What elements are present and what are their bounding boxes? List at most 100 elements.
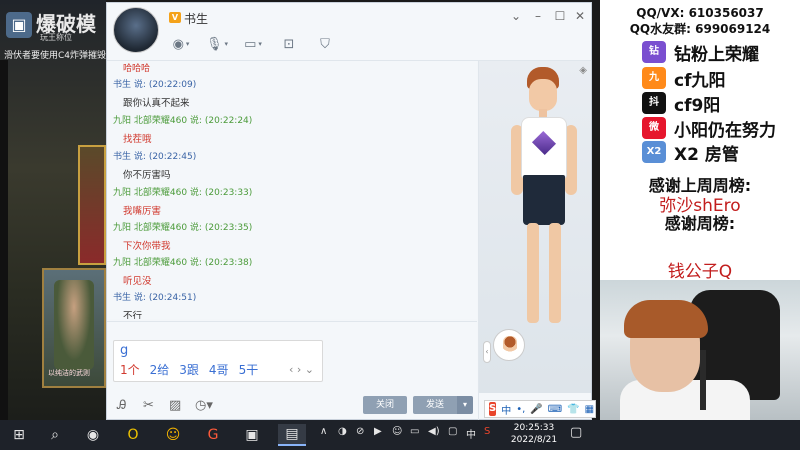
font-icon[interactable]: Ꭿ: [117, 398, 126, 413]
clock-time: 20:25:33: [513, 423, 555, 433]
screen-share-icon[interactable]: ⊡: [277, 35, 301, 53]
app-owl-icon[interactable]: ☺: [160, 424, 186, 446]
message-item: 九阳 北部荣耀460 说: (20:22:24) 找茬哦: [113, 116, 253, 145]
game-background: ▣ 爆破模 玩王称位 滑伏者要使用C4炸弹摧毁 以纯洁的武则: [0, 0, 106, 420]
microphone-icon[interactable]: 🎤: [530, 404, 542, 415]
vip-badge-icon: V: [169, 12, 181, 23]
message-list: 哈哈哈 书生 说: (20:22:09) 跟你认真不起来 九阳 北部荣耀460 …: [107, 61, 477, 319]
ime-candidate-popup[interactable]: g 1个 2给 3跟 4哥 5干 ‹ › ⌄: [113, 340, 323, 382]
ime-candidate-list: 1个 2给 3跟 4哥 5干: [120, 361, 258, 378]
video-call-icon[interactable]: ◉ ▾: [169, 35, 193, 53]
mini-avatar[interactable]: [493, 329, 525, 361]
douyu-icon: 九: [642, 67, 666, 89]
app-o-icon[interactable]: O: [120, 424, 146, 446]
scissors-icon[interactable]: ✂: [143, 398, 154, 413]
game-card-label: 以纯洁的武则: [48, 369, 90, 377]
game-tip-text: 滑伏者要使用C4炸弹摧毁: [4, 51, 106, 61]
message-item: 书生 说: (20:22:09) 跟你认真不起来: [113, 80, 197, 109]
truncated-message: 哈哈哈: [123, 64, 151, 74]
chat-window: V 书生 ⌄ – ☐ ✕ ◉ ▾ 🎙 ▾ ▭ ▾ ⊡ ⛉ 哈哈哈 书生 说: (20:…: [106, 2, 592, 421]
game-logo-icon: ▣: [6, 12, 32, 38]
collapse-panel-icon[interactable]: ‹: [483, 341, 491, 363]
punctuation-icon[interactable]: •,: [516, 404, 525, 415]
skin-icon[interactable]: 👕: [567, 404, 579, 415]
ime-page-arrows-icon[interactable]: ‹ › ⌄: [289, 363, 314, 376]
contact-name[interactable]: 书生: [184, 10, 208, 27]
game-card-top: [78, 145, 106, 265]
send-button[interactable]: 发送: [413, 396, 457, 414]
ime-candidate[interactable]: 5干: [239, 361, 259, 378]
taskbar-clock[interactable]: 20:25:33 2022/8/21: [506, 422, 562, 446]
shield-icon[interactable]: ⛉: [313, 35, 337, 53]
thanks-week-title: 感谢周榜:: [664, 214, 736, 233]
contact-qq-vx: QQ/VX: 610356037: [636, 6, 764, 20]
tray-lang-indicator[interactable]: 中: [466, 426, 476, 441]
app-g-icon[interactable]: G: [200, 424, 226, 446]
tray-up-arrow-icon[interactable]: ∧: [320, 426, 327, 437]
message-item: 书生 说: (20:22:45) 你不厉害吗: [113, 152, 197, 181]
webcam-feed: [600, 280, 800, 420]
folder-icon[interactable]: ▭ ▾: [241, 35, 265, 53]
tray-app-icon[interactable]: ◑: [338, 426, 347, 437]
ime-candidate[interactable]: 3跟: [179, 361, 199, 378]
voice-call-icon[interactable]: 🎙 ▾: [205, 35, 229, 53]
avatar-show-panel: ◈ ‹: [479, 61, 591, 393]
overlay-row: 抖 cf9阳: [642, 91, 720, 116]
message-input-area[interactable]: g 1个 2给 3跟 4哥 5干 ‹ › ⌄: [107, 321, 477, 401]
tray-sogou-icon[interactable]: S: [484, 426, 490, 437]
game-left-strip: [0, 60, 8, 420]
obs-icon[interactable]: ◉: [80, 424, 106, 446]
chat-toolbar: ◉ ▾ 🎙 ▾ ▭ ▾ ⊡ ⛉: [169, 35, 337, 55]
badge-icon: 钻: [642, 41, 666, 63]
minimize-icon[interactable]: –: [531, 9, 545, 23]
stream-overlay-panel: QQ/VX: 610356037 QQ水友群: 699069124 钻 钻粉上荣…: [600, 0, 800, 420]
grid-icon[interactable]: ▦: [585, 404, 594, 415]
ime-candidate[interactable]: 2给: [150, 361, 170, 378]
send-options-dropdown-icon[interactable]: ▾: [457, 396, 473, 414]
app-active-icon[interactable]: ▤: [278, 424, 306, 446]
clock-date: 2022/8/21: [510, 435, 558, 445]
manager-icon: X2: [642, 141, 666, 163]
weibo-icon: 微: [642, 117, 666, 139]
overlay-row: X2 X2 房管: [642, 140, 739, 165]
clock-icon[interactable]: ◷▾: [195, 398, 213, 413]
week-top-name: 钱公子Q: [667, 262, 733, 282]
diamond-icon[interactable]: ◈: [579, 65, 587, 76]
overlay-row: 钻 钻粉上荣耀: [642, 40, 759, 65]
image-icon[interactable]: ▨: [169, 398, 181, 413]
ime-composition-text: g: [120, 343, 129, 358]
message-item: 书生 说: (20:24:51) 不行: [113, 293, 197, 319]
contact-avatar[interactable]: [113, 7, 159, 53]
maximize-icon[interactable]: ☐: [553, 9, 567, 23]
app-window-icon[interactable]: ▣: [238, 424, 266, 446]
close-icon[interactable]: ✕: [573, 9, 587, 23]
ime-toolbar: S 中 •, 🎤 ⌨ 👕 ▦: [484, 400, 596, 418]
keyboard-icon[interactable]: ⌨: [548, 404, 562, 415]
message-item: 九阳 北部荣耀460 说: (20:23:35) 下次你带我: [113, 223, 253, 252]
sogou-logo-icon[interactable]: S: [489, 402, 497, 416]
ime-candidate[interactable]: 4哥: [209, 361, 229, 378]
tiktok-icon: 抖: [642, 92, 666, 114]
overlay-row: 微 小阳仍在努力: [642, 116, 776, 141]
avatar-figure: [509, 67, 579, 347]
tray-speaker-icon[interactable]: ◀): [428, 426, 440, 437]
message-item: 九阳 北部荣耀460 说: (20:23:38) 听见没: [113, 258, 253, 287]
search-icon[interactable]: ⌕: [42, 424, 68, 446]
notification-icon[interactable]: ▢: [570, 425, 582, 440]
tray-monitor-icon[interactable]: ▭: [410, 426, 419, 437]
overlay-row: 九 cf九阳: [642, 66, 725, 91]
message-item: 九阳 北部荣耀460 说: (20:23:33) 我嘴厉害: [113, 188, 253, 217]
ime-candidate[interactable]: 1个: [120, 361, 140, 378]
close-button[interactable]: 关闭: [363, 396, 407, 414]
taskbar: ⊞ ⌕ ◉ O ☺ G ▣ ▤ ∧ ◑ ⊘ ▶ ☺ ▭ ◀) ▢ 中 S 20:…: [0, 420, 800, 450]
tray-record-icon[interactable]: ⊘: [356, 426, 364, 437]
chat-title-bar: V 书生 ⌄ – ☐ ✕ ◉ ▾ 🎙 ▾ ▭ ▾ ⊡ ⛉: [107, 3, 591, 61]
tray-chat-icon[interactable]: ▢: [448, 426, 457, 437]
tray-camera-icon[interactable]: ▶: [374, 426, 382, 437]
fan-group-number: QQ水友群: 699069124: [629, 22, 771, 36]
tray-owl-icon[interactable]: ☺: [392, 426, 402, 437]
windows-start-icon[interactable]: ⊞: [6, 424, 32, 446]
game-subtitle: 玩王称位: [40, 33, 72, 42]
dropdown-arrow-icon[interactable]: ⌄: [509, 9, 523, 23]
ime-chinese-mode[interactable]: 中: [501, 402, 511, 417]
